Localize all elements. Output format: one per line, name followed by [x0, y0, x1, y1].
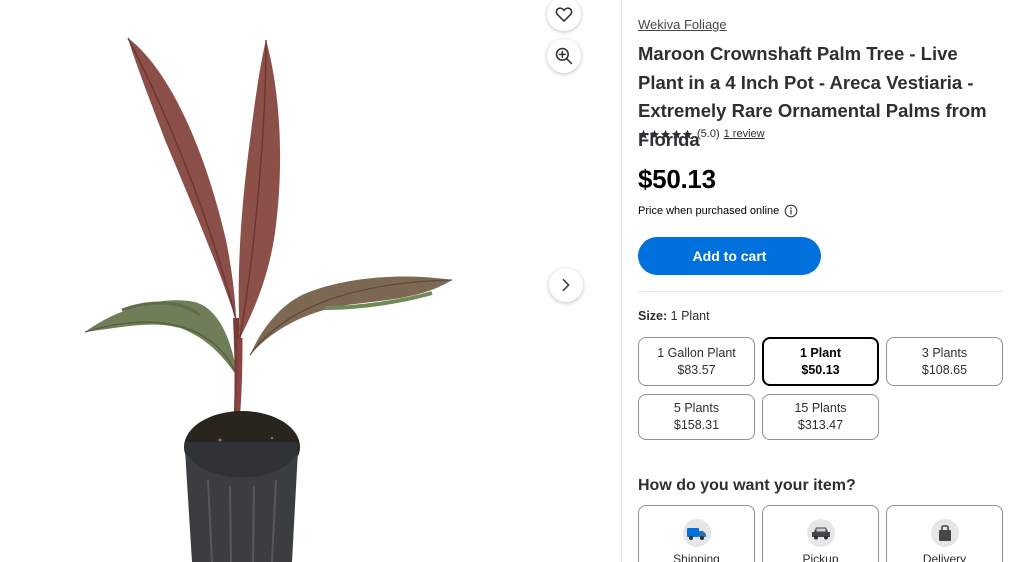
size-label: Size: 1 Plant [638, 309, 710, 323]
info-icon[interactable] [784, 204, 798, 218]
size-option-selected[interactable]: 1 Plant $50.13 [762, 337, 879, 386]
pickup-car-icon [806, 519, 835, 547]
size-option-price: $313.47 [797, 418, 844, 432]
favorite-button[interactable] [547, 0, 581, 31]
delivery-bag-icon [930, 519, 959, 547]
size-option-name: 15 Plants [794, 401, 847, 415]
brand-link[interactable]: Wekiva Foliage [638, 17, 727, 32]
size-option-price: $50.13 [801, 362, 840, 377]
zoom-button[interactable] [547, 39, 581, 73]
fulfillment-label: Delivery [922, 552, 967, 562]
star-icon [660, 129, 671, 139]
size-option-price: $158.31 [673, 418, 720, 432]
fulfillment-option-delivery[interactable]: Delivery [886, 505, 1003, 562]
heart-icon [555, 7, 573, 22]
shipping-truck-icon [682, 519, 711, 547]
size-option[interactable]: 15 Plants $313.47 [762, 394, 879, 440]
next-image-button[interactable] [549, 268, 583, 302]
star-icon [638, 129, 649, 139]
price-note: Price when purchased online [638, 204, 798, 218]
rating-summary: (5.0) 1 review [638, 128, 765, 140]
chevron-right-icon [562, 278, 570, 292]
fulfillment-option-pickup[interactable]: Pickup [762, 505, 879, 562]
size-option-name: 5 Plants [673, 401, 720, 415]
star-icon [649, 129, 660, 139]
fulfillment-label: Shipping [673, 552, 720, 562]
rating-value: (5.0) [697, 128, 720, 140]
review-count-link[interactable]: 1 review [724, 128, 765, 140]
size-selected-value: 1 Plant [670, 309, 710, 323]
size-option-name: 1 Plant [800, 345, 841, 360]
product-price: $50.13 [638, 164, 716, 194]
size-option-name: 1 Gallon Plant [657, 345, 736, 360]
price-note-text: Price when purchased online [638, 205, 780, 217]
column-divider [621, 0, 622, 562]
zoom-in-icon [555, 47, 573, 65]
star-icon [682, 129, 693, 139]
product-gallery [0, 0, 620, 562]
star-icon [671, 129, 682, 139]
rating-stars [638, 129, 693, 140]
product-image [84, 37, 453, 562]
fulfillment-option-shipping[interactable]: Shipping [638, 505, 755, 562]
size-option[interactable]: 1 Gallon Plant $83.57 [638, 337, 755, 386]
size-option-price: $83.57 [677, 362, 716, 377]
fulfillment-heading: How do you want your item? [638, 477, 856, 494]
size-option[interactable]: 3 Plants $108.65 [886, 337, 1003, 386]
size-option[interactable]: 5 Plants $158.31 [638, 394, 755, 440]
add-to-cart-button[interactable]: Add to cart [638, 237, 821, 275]
fulfillment-label: Pickup [802, 552, 839, 562]
size-option-price: $108.65 [921, 362, 968, 377]
section-divider [638, 291, 1003, 292]
size-option-name: 3 Plants [921, 345, 968, 360]
size-label-key: Size: [638, 309, 668, 323]
